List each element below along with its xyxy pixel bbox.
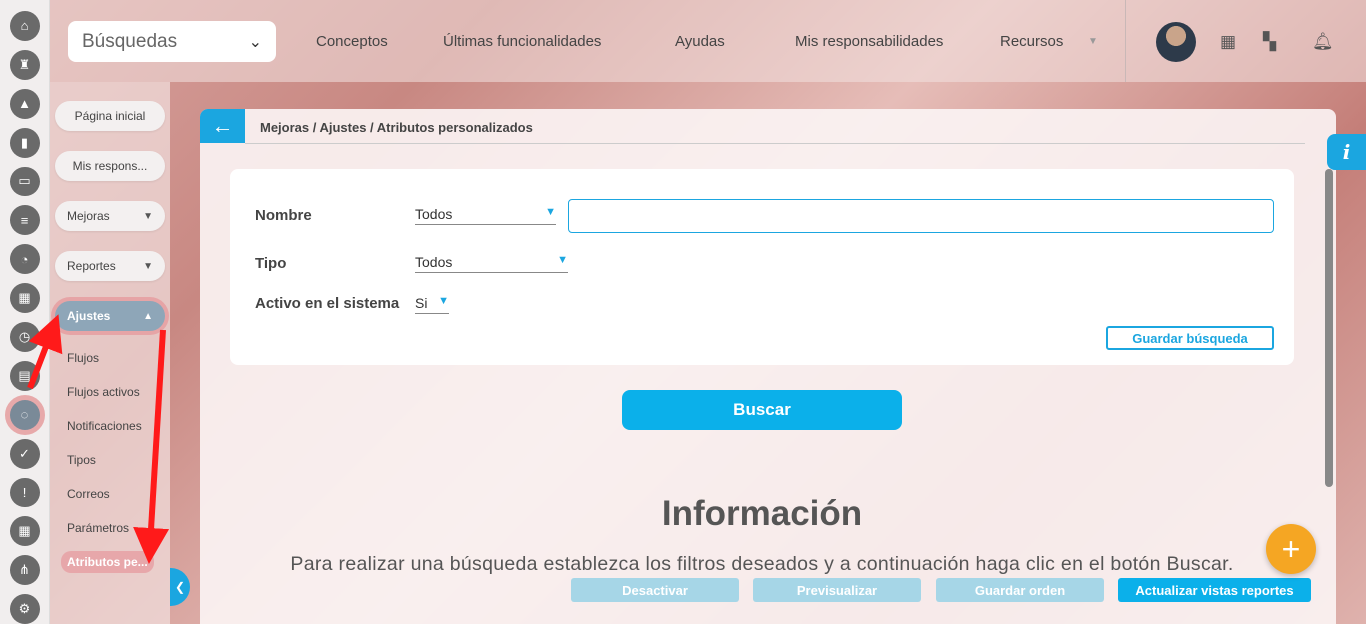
type-filter-select[interactable]: Todos ▼ [415,254,568,273]
settings-label: Ajustes [67,309,111,323]
info-title: Información [661,494,863,533]
chevron-down-icon: ⌄ [248,33,262,51]
map-icon[interactable]: ▚ [1263,32,1276,52]
calendar-icon[interactable]: ▦ [1220,32,1236,52]
name-filter-select[interactable]: Todos ▼ [415,206,556,225]
active-label: Activo en el sistema [255,295,400,312]
calendar-icon[interactable]: ▦ [9,516,40,547]
warning-icon[interactable]: ! [9,477,40,508]
nav-latest-features[interactable]: Últimas funcionalidades [443,33,601,50]
name-label: Nombre [255,207,312,224]
clock-icon[interactable]: ◷ [9,322,40,352]
main-panel: ← Mejoras / Ajustes / Atributos personal… [200,109,1336,624]
back-button[interactable]: ← [200,109,245,143]
sidebar-item-types[interactable]: Tipos [67,453,96,467]
update-report-views-button[interactable]: Actualizar vistas reportes [1118,578,1311,602]
home-icon[interactable]: ⌂ [9,11,40,41]
type-filter-value: Todos [415,254,453,270]
collapse-sidebar-button[interactable]: ❮ [170,568,190,606]
info-icon[interactable]: i [1327,134,1366,170]
my-responsibilities-button[interactable]: Mis respons... [55,151,165,181]
network-icon[interactable]: ⋔ [9,555,40,586]
active-filter-select[interactable]: Si ▼ [415,295,449,314]
add-fab-button[interactable]: + [1266,524,1316,574]
chess-icon[interactable]: ♜ [9,49,40,80]
caret-up-icon: ▲ [143,310,153,322]
bell-icon[interactable]: 🔔︎ [1312,32,1334,52]
save-order-button[interactable]: Guardar orden [936,578,1104,602]
check-icon[interactable]: ✓ [9,438,40,469]
filter-card: Nombre Todos ▼ Tipo Todos ▼ Activo en el… [230,169,1294,365]
name-search-input[interactable] [568,199,1274,233]
document-icon[interactable]: ▤ [9,360,40,391]
plus-icon: + [1281,530,1301,567]
scrollbar[interactable] [1325,169,1333,487]
nav-help[interactable]: Ayudas [675,33,725,50]
avatar[interactable] [1156,22,1196,62]
gantt-icon[interactable]: ≡ [9,205,40,236]
save-search-button[interactable]: Guardar búsqueda [1106,326,1274,350]
gear-icon[interactable]: ⚙ [9,594,40,624]
deactivate-button[interactable]: Desactivar [571,578,739,602]
bar-chart-icon[interactable]: ▮ [9,127,40,158]
pyramid-icon[interactable]: ▲ [9,88,40,119]
improvements-label: Mejoras [67,209,110,223]
sidebar-item-flows[interactable]: Flujos [67,351,99,365]
preview-button[interactable]: Previsualizar [753,578,921,602]
reports-dropdown[interactable]: Reportes ▼ [55,251,165,281]
type-label: Tipo [255,255,287,272]
caret-down-icon[interactable]: ▼ [1088,36,1098,47]
top-bar: Búsquedas ⌄ Conceptos Últimas funcionali… [50,0,1366,82]
name-filter-value: Todos [415,206,453,222]
sidebar-item-custom-attributes[interactable]: Atributos pe... [61,551,154,573]
chevron-left-icon: ❮ [174,580,186,594]
reports-label: Reportes [67,259,116,273]
pie-chart-icon[interactable]: ◔ [9,244,40,275]
module-sidebar: Página inicial Mis respons... Mejoras ▼ … [50,82,170,624]
caret-down-icon: ▼ [438,295,449,307]
map-icon[interactable]: ▦ [9,283,40,313]
search-button[interactable]: Buscar [622,390,902,430]
nav-resources[interactable]: Recursos [1000,33,1063,50]
sidebar-item-notifications[interactable]: Notificaciones [67,419,142,433]
search-scope-label: Búsquedas [82,30,178,52]
active-filter-value: Si [415,295,428,311]
caret-down-icon: ▼ [143,260,153,272]
nav-my-responsibilities[interactable]: Mis responsabilidades [795,33,943,50]
breadcrumb: Mejoras / Ajustes / Atributos personaliz… [260,120,533,135]
caret-down-icon: ▼ [545,206,556,218]
caret-down-icon: ▼ [143,210,153,222]
info-text: Para realizar una búsqueda establezca lo… [290,553,1234,575]
sidebar-item-parameters[interactable]: Parámetros [67,521,129,535]
improvements-dropdown[interactable]: Mejoras ▼ [55,201,165,231]
icon-rail: ⌂ ♜ ▲ ▮ ▭ ≡ ◔ ▦ ◷ ▤ ◌ ✓ ! ▦ ⋔ ⚙ [0,0,50,624]
header-divider [1125,0,1126,82]
settings-dropdown[interactable]: Ajustes ▲ [55,301,165,331]
arrow-left-icon: ← [211,113,234,138]
improvements-icon[interactable]: ◌ [9,399,40,430]
sidebar-item-emails[interactable]: Correos [67,487,110,501]
search-scope-select[interactable]: Búsquedas ⌄ [68,21,276,62]
nav-concepts[interactable]: Conceptos [316,33,388,50]
home-page-button[interactable]: Página inicial [55,101,165,131]
caret-down-icon: ▼ [557,254,568,266]
presentation-icon[interactable]: ▭ [9,166,40,197]
breadcrumb-divider [245,143,1305,144]
sidebar-item-active-flows[interactable]: Flujos activos [67,385,140,399]
